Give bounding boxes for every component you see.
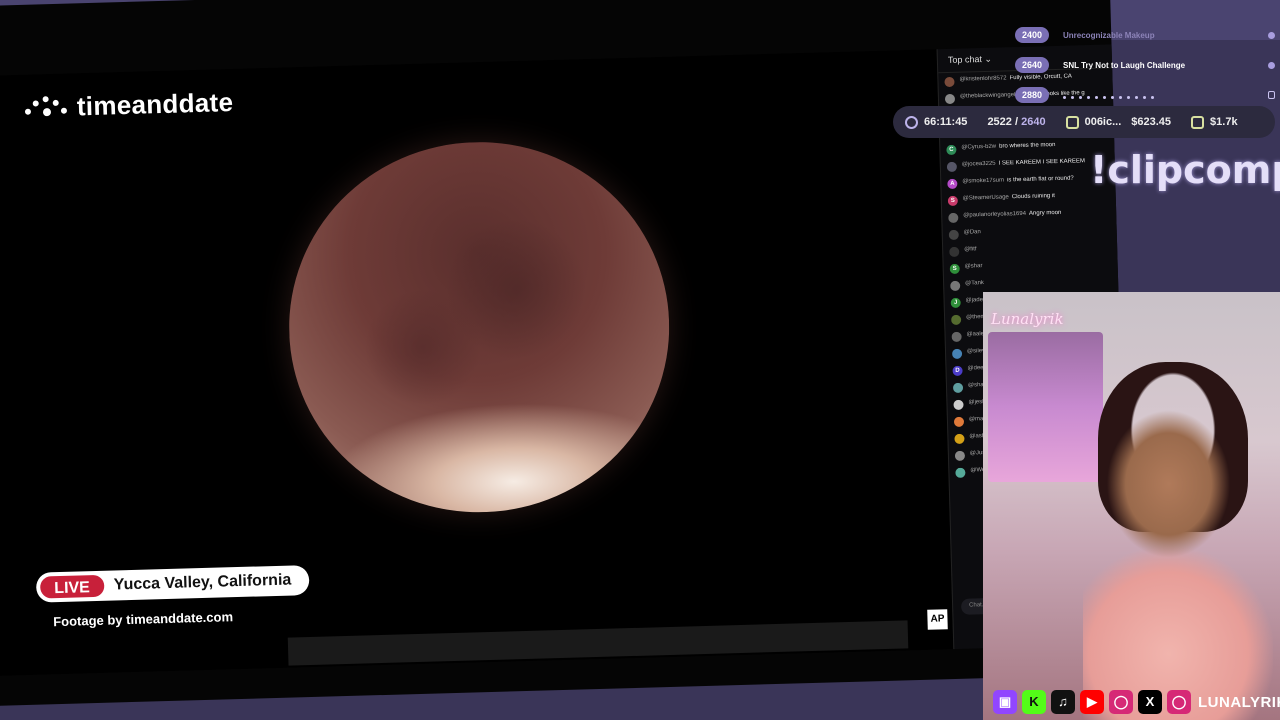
social-handles: ▣ K ♫ ▶ ◯ X ◯ LUNALYRIK	[993, 688, 1280, 716]
webcam-feed: Lunalyrik	[983, 292, 1280, 720]
live-badge: LIVE	[37, 572, 107, 601]
chat-username[interactable]: @Dan	[964, 229, 981, 235]
avatar[interactable]: S	[947, 195, 958, 207]
lock-icon	[1268, 91, 1275, 99]
chat-username[interactable]: @Cyrus-b2w	[961, 144, 996, 151]
avatar[interactable]	[948, 229, 959, 241]
chat-text: I SEE KAREEM I SEE KAREEM	[998, 158, 1086, 167]
goal-number-badge: 2640	[1015, 57, 1049, 73]
tiktok-icon: ♫	[1051, 690, 1075, 714]
status-dot-icon	[1268, 31, 1275, 39]
chat-text: Angry moon	[1028, 209, 1062, 217]
avatar[interactable]	[948, 212, 959, 224]
chat-username[interactable]: @Tank	[965, 280, 984, 287]
timer-value: 66:11:45	[924, 116, 968, 128]
clock-icon	[905, 115, 918, 129]
goal-title: Unrecognizable Makeup	[1063, 30, 1155, 40]
avatar[interactable]: D	[952, 365, 963, 376]
donor-amount: $623.45	[1131, 116, 1172, 128]
progress-target: 2640	[1021, 116, 1046, 128]
chat-username[interactable]: @SteamerUsage	[963, 194, 1009, 201]
timer-stat: 66:11:45	[905, 115, 968, 129]
instagram-icon: ◯	[1167, 690, 1191, 714]
chat-username[interactable]: @theblackwingangel	[960, 92, 1016, 100]
avatar[interactable]	[950, 280, 961, 292]
goal-number-badge: 2880	[1015, 87, 1049, 103]
x-icon: X	[1138, 690, 1162, 714]
chat-username[interactable]: @jocea3225	[962, 161, 996, 168]
chevron-down-icon: ⌄	[984, 53, 993, 64]
video-frame[interactable]: timeanddate LIVE Yucca Valley, Californi…	[0, 49, 954, 676]
avatar[interactable]	[954, 433, 965, 444]
status-dot-icon	[1268, 61, 1275, 69]
footage-credit: Footage by timeanddate.com	[53, 609, 234, 630]
donor-name: 006ic...	[1084, 116, 1122, 128]
chat-text: bro wheres the moon	[999, 142, 1056, 150]
twitch-icon: ▣	[993, 690, 1017, 714]
instagram-icon: ◯	[1109, 690, 1133, 714]
avatar[interactable]	[944, 76, 955, 88]
avatar[interactable]: S	[949, 263, 960, 275]
chat-username[interactable]: @paulanorleyolias1694	[963, 211, 1026, 219]
avatar[interactable]	[951, 314, 962, 326]
kick-icon: K	[1022, 690, 1046, 714]
progress-dots	[1063, 86, 1268, 104]
streamer-handle: LUNALYRIK	[1198, 693, 1280, 711]
chat-username[interactable]: @shar	[965, 263, 983, 269]
chat-username[interactable]: @smoke17sum	[962, 177, 1004, 184]
avatar[interactable]: C	[946, 144, 957, 156]
total-amount: $1.7k	[1210, 116, 1238, 128]
location-label: Yucca Valley, California	[113, 571, 292, 594]
goal-row: 2400 Unrecognizable Makeup	[1015, 20, 1275, 50]
neon-sign: Lunalyrik	[991, 310, 1064, 328]
goal-row: 2640 SNL Try Not to Laugh Challenge	[1015, 50, 1275, 80]
clipcomp-command: !clipcomp	[1090, 148, 1280, 192]
money-bag-icon	[1065, 115, 1079, 129]
avatar[interactable]	[953, 416, 965, 427]
chat-username[interactable]: @kristenlohr8572	[959, 75, 1006, 82]
avatar[interactable]	[951, 348, 963, 359]
youtube-icon: ▶	[1080, 690, 1104, 714]
avatar[interactable]	[955, 467, 966, 478]
avatar[interactable]: A	[947, 178, 958, 190]
avatar[interactable]	[944, 93, 956, 105]
brand-name: timeanddate	[76, 86, 234, 122]
avatar[interactable]	[951, 331, 962, 342]
eclipse-moon-image	[284, 136, 675, 518]
sun-dots-icon	[22, 93, 71, 122]
avatar[interactable]	[952, 382, 964, 393]
money-bag-icon	[1191, 115, 1205, 129]
progress-separator: /	[1011, 116, 1022, 128]
progress-current: 2522	[987, 116, 1012, 128]
goal-queue: 2400 Unrecognizable Makeup 2640 SNL Try Not…	[1015, 20, 1275, 110]
streamer	[1083, 382, 1273, 720]
avatar[interactable]	[953, 399, 964, 410]
chat-username[interactable]: @fitf	[964, 246, 977, 252]
top-donor-stat: 006ic... $623.45	[1065, 115, 1172, 129]
live-lower-third: LIVE Yucca Valley, California	[35, 565, 310, 603]
goal-number-badge: 2400	[1015, 27, 1049, 43]
chat-header-label: Top chat	[947, 54, 983, 65]
chat-text: is the earth flat or round?	[1006, 175, 1074, 184]
goal-title: SNL Try Not to Laugh Challenge	[1063, 60, 1186, 70]
stream-stats-bar: 66:11:45 2522 / 2640 006ic... $623.45 $1…	[893, 106, 1275, 138]
avatar[interactable]	[946, 161, 958, 173]
avatar[interactable]	[949, 246, 960, 258]
avatar[interactable]: J	[950, 297, 961, 309]
progress-stat: 2522 / 2640	[987, 116, 1045, 128]
ap-logo: AP	[927, 609, 948, 630]
chat-text: Clouds ruining it	[1011, 193, 1055, 201]
timeanddate-logo: timeanddate	[22, 86, 234, 124]
avatar[interactable]	[954, 450, 966, 461]
total-stat: $1.7k	[1191, 115, 1238, 129]
